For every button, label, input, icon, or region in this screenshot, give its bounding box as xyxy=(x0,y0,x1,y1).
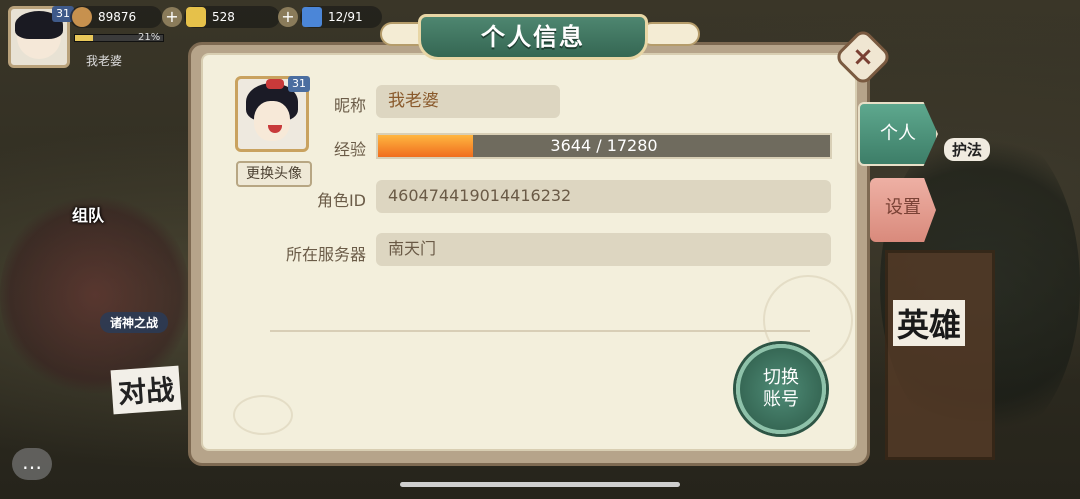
role-id-label: 角色ID xyxy=(316,191,366,210)
battle-mode-button[interactable]: 诸神之战 xyxy=(100,312,169,333)
heroes-button[interactable]: 英雄 xyxy=(893,300,966,346)
avatar-face xyxy=(254,101,290,141)
add-gold-button[interactable]: + xyxy=(278,7,298,27)
gold-counter: 528 xyxy=(184,6,280,28)
switch-account-label-line1: 切换 xyxy=(763,367,799,388)
change-avatar-button[interactable]: 更换头像 xyxy=(236,161,312,187)
gold-value: 528 xyxy=(212,10,235,24)
server-field: 南天门 xyxy=(376,233,831,266)
exp-progress-bar: 3644 / 17280 xyxy=(376,133,832,159)
avatar-crown xyxy=(266,79,284,89)
coin-icon xyxy=(72,7,92,27)
nickname-label: 昵称 xyxy=(333,96,366,115)
energy-value: 12/91 xyxy=(328,10,363,24)
energy-counter: 12/91 xyxy=(300,6,382,28)
home-indicator[interactable] xyxy=(400,482,680,487)
dialog-title: 个人信息 xyxy=(418,14,648,60)
role-id-field: 460474419014416232 xyxy=(376,180,831,213)
hud-xp-percent: 21% xyxy=(138,32,161,43)
gold-ingot-icon xyxy=(186,7,206,27)
add-coins-button[interactable]: + xyxy=(162,7,182,27)
tab-personal[interactable]: 个人 xyxy=(858,102,938,166)
coins-value: 89876 xyxy=(98,10,137,24)
hud-player-name: 我老婆 xyxy=(86,54,123,68)
background-hero-cards xyxy=(885,250,995,460)
energy-bolt-icon xyxy=(302,7,322,27)
title-cloud-right xyxy=(640,22,700,46)
coins-counter: 89876 xyxy=(70,6,162,28)
server-label: 所在服务器 xyxy=(285,245,366,264)
fight-button[interactable]: 对战 xyxy=(110,365,182,415)
guardian-button[interactable]: 护法 xyxy=(944,138,991,161)
tab-settings[interactable]: 设置 xyxy=(870,178,936,242)
switch-account-label-line2: 账号 xyxy=(763,389,799,410)
hud-xp-fill xyxy=(75,35,94,41)
close-icon: × xyxy=(852,42,874,72)
avatar-level-badge: 31 xyxy=(288,76,310,92)
exp-label: 经验 xyxy=(333,140,366,159)
dialog-divider xyxy=(270,330,810,332)
nickname-field[interactable]: 我老婆 xyxy=(376,85,560,118)
switch-account-button[interactable]: 切换 账号 xyxy=(736,344,826,434)
chat-icon[interactable]: … xyxy=(12,448,52,480)
team-button[interactable]: 组队 xyxy=(72,202,104,226)
decorative-swirl xyxy=(233,395,293,435)
exp-value: 3644 / 17280 xyxy=(550,136,658,155)
